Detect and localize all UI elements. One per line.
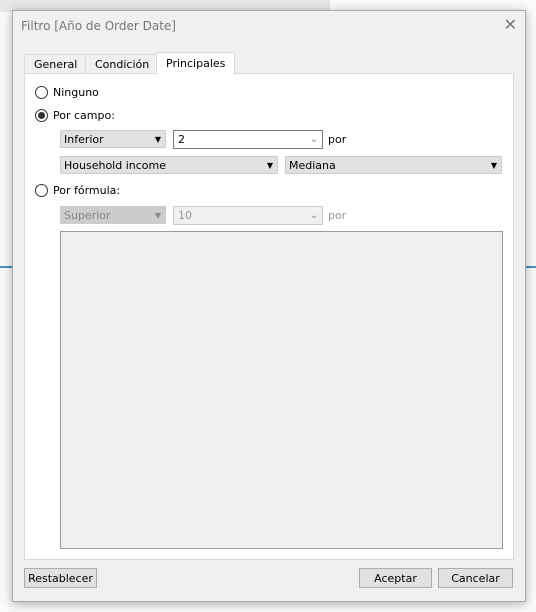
formula-count-combo: 10 ⌄ xyxy=(173,206,323,225)
select-value: Superior xyxy=(64,209,111,222)
radio-circle[interactable] xyxy=(35,184,48,197)
aggregation-select[interactable]: Mediana ▼ xyxy=(285,156,502,174)
tab-top[interactable]: Principales xyxy=(156,52,236,75)
reset-button[interactable]: Restablecer xyxy=(24,568,97,588)
select-value: Inferior xyxy=(64,133,104,146)
filter-dialog: Filtro [Año de Order Date] ✕ General Con… xyxy=(12,10,526,602)
formula-direction-select: Superior ▼ xyxy=(60,206,166,224)
select-value: Household income xyxy=(64,159,166,172)
radio-label: Por campo: xyxy=(53,109,115,122)
by-label: por xyxy=(328,133,347,146)
radio-circle[interactable] xyxy=(35,86,48,99)
radio-label: Ninguno xyxy=(53,86,99,99)
radio-by-field[interactable]: Por campo: xyxy=(35,109,115,122)
background-rule xyxy=(0,266,12,268)
radio-label: Por fórmula: xyxy=(53,184,121,197)
count-combo[interactable]: 2 ⌄ xyxy=(173,130,323,149)
combo-value: 2 xyxy=(178,133,185,146)
select-value: Mediana xyxy=(289,159,336,172)
radio-circle[interactable] xyxy=(35,109,48,122)
dialog-title: Filtro [Año de Order Date] xyxy=(21,19,176,33)
formula-by-label: por xyxy=(328,209,347,222)
chevron-down-icon: ⌄ xyxy=(309,210,318,221)
cancel-button[interactable]: Cancelar xyxy=(438,568,513,588)
tab-panel-top: Ninguno Por campo: Inferior ▼ 2 ⌄ por Hous… xyxy=(24,73,514,560)
tab-condition[interactable]: Condición xyxy=(85,54,160,74)
field-select[interactable]: Household income ▼ xyxy=(60,156,278,174)
ok-button[interactable]: Aceptar xyxy=(359,568,432,588)
formula-editor xyxy=(60,231,503,549)
radio-by-formula[interactable]: Por fórmula: xyxy=(35,184,120,197)
dropdown-arrow-icon: ▼ xyxy=(266,161,273,170)
dropdown-arrow-icon: ▼ xyxy=(154,135,161,144)
chevron-down-icon: ⌄ xyxy=(309,134,318,145)
close-icon[interactable]: ✕ xyxy=(504,15,517,34)
dropdown-arrow-icon: ▼ xyxy=(154,211,161,220)
combo-value: 10 xyxy=(178,209,192,222)
radio-none[interactable]: Ninguno xyxy=(35,86,99,99)
tab-general[interactable]: General xyxy=(24,54,88,74)
direction-select[interactable]: Inferior ▼ xyxy=(60,130,166,148)
dropdown-arrow-icon: ▼ xyxy=(490,161,497,170)
